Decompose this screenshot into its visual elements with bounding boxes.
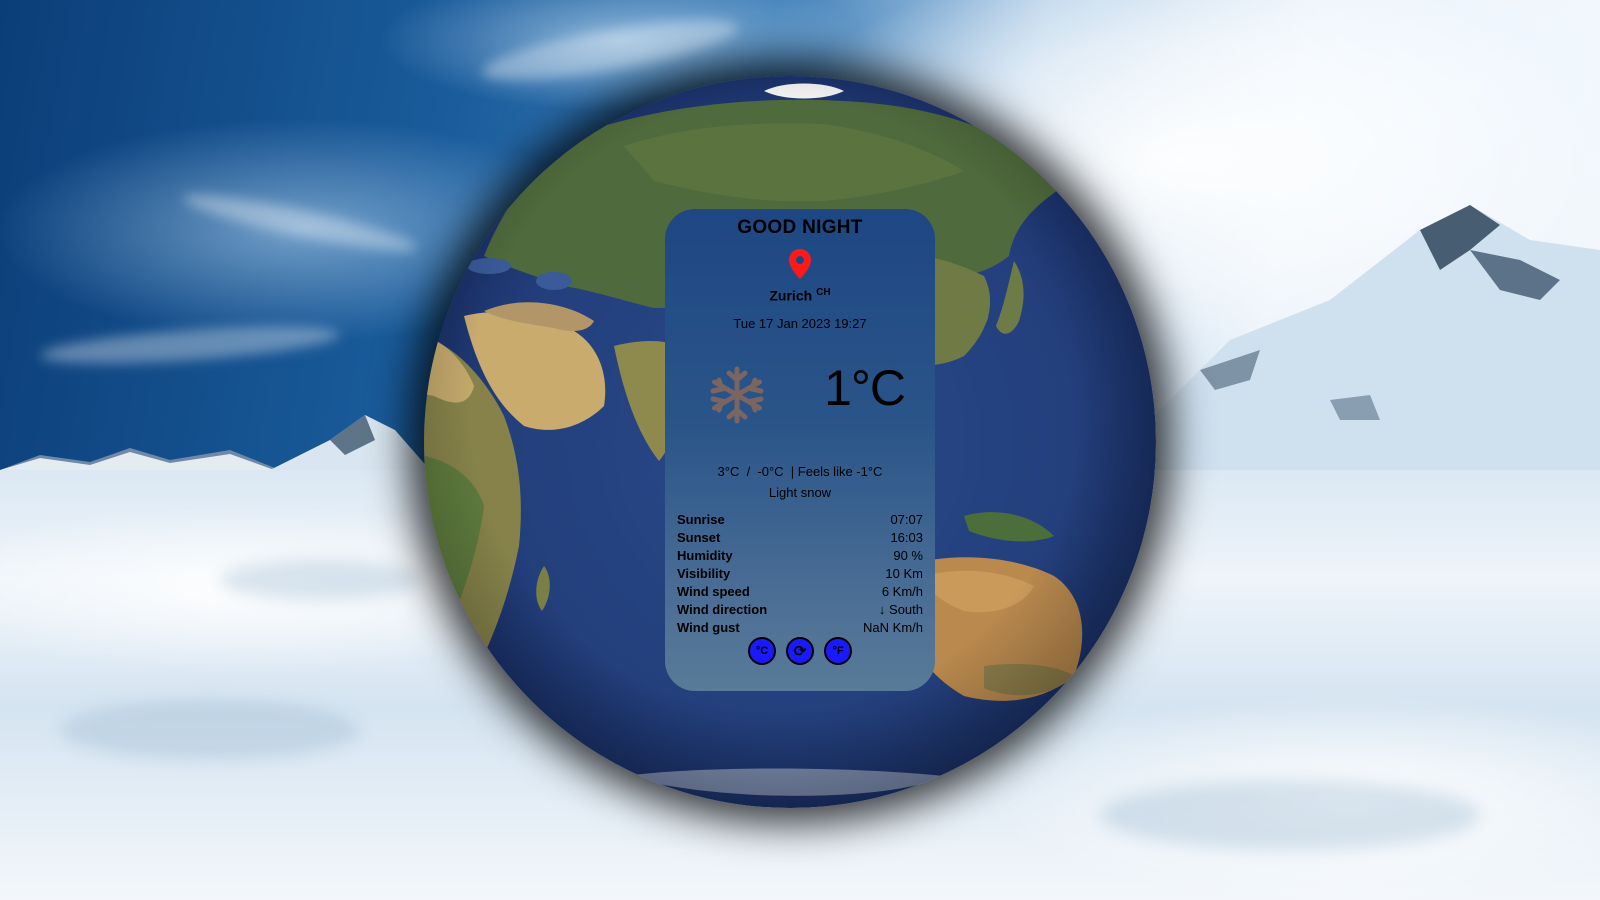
detail-row-wind-gust: Wind gust NaN Km/h [677,619,923,637]
detail-row-wind-direction: Wind direction ↓ South [677,601,923,619]
detail-row-humidity: Humidity 90 % [677,547,923,565]
city-name: Zurich [769,287,813,304]
celsius-button[interactable]: °C [748,637,776,665]
refresh-button[interactable]: ⟳ [786,637,814,665]
detail-label: Sunset [677,530,721,545]
detail-label: Visibility [677,566,731,581]
location-line: Zurich CH [665,287,935,304]
greeting-title: GOOD NIGHT [737,217,863,238]
weather-details: Sunrise 07:07 Sunset 16:03 Humidity 90 %… [677,511,923,637]
detail-value: 10 Km [885,566,923,581]
snow-drift [1100,780,1480,850]
snowflake-icon [710,366,764,424]
detail-value: NaN Km/h [863,620,923,635]
detail-row-sunset: Sunset 16:03 [677,529,923,547]
snow-drift [60,700,360,760]
detail-label: Wind gust [677,620,740,635]
weather-card: GOOD NIGHT Zurich CH Tue 17 Jan 2023 19:2… [665,209,935,691]
min-max-feels-like: 3°C / -0°C | Feels like -1°C [717,464,883,479]
fahrenheit-button[interactable]: °F [824,637,852,665]
detail-value: 16:03 [890,530,923,545]
unit-buttons: °C ⟳ °F [665,637,935,665]
country-code: CH [816,287,831,298]
detail-label: Wind speed [677,584,750,599]
date-time: Tue 17 Jan 2023 19:27 [733,316,867,331]
detail-value: 07:07 [890,512,923,527]
detail-value: ↓ South [878,602,923,617]
snow-drift [220,560,420,600]
detail-label: Sunrise [677,512,725,527]
current-temperature: 1°C [824,360,906,416]
detail-value: 90 % [893,548,923,563]
detail-row-visibility: Visibility 10 Km [677,565,923,583]
detail-label: Humidity [677,548,733,563]
detail-row-wind-speed: Wind speed 6 Km/h [677,583,923,601]
detail-row-sunrise: Sunrise 07:07 [677,511,923,529]
detail-label: Wind direction [677,602,768,617]
weather-description: Light snow [768,485,832,500]
location-pin-icon [789,249,811,279]
detail-value: 6 Km/h [881,584,923,599]
